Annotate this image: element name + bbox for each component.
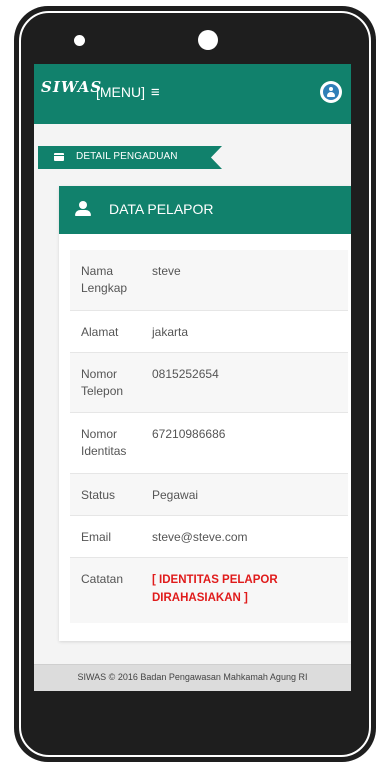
detail-value: jakarta: [152, 325, 189, 339]
user-profile-button[interactable]: [320, 81, 342, 103]
user-circle-icon: [323, 84, 339, 100]
confidential-note: [ IDENTITAS PELAPOR DIRAHASIAKAN ]: [152, 574, 278, 604]
detail-row-status: Status Pegawai: [70, 474, 348, 516]
menu-label: [MENU]: [96, 84, 145, 100]
person-icon: [75, 201, 91, 217]
card-header: DATA PELAPOR: [59, 186, 351, 234]
detail-value: steve: [152, 264, 181, 278]
footer-copyright: SIWAS © 2016 Badan Pengawasan Mahkamah A…: [77, 672, 308, 682]
card-title: DATA PELAPOR: [109, 201, 214, 217]
detail-row-catatan: Catatan [ IDENTITAS PELAPOR DIRAHASIAKAN…: [70, 558, 348, 623]
detail-value: 0815252654: [152, 367, 219, 381]
section-breadcrumb: DETAIL PENGADUAN: [38, 146, 222, 169]
detail-key: Status: [81, 488, 116, 502]
siwas-logo[interactable]: SIWAS: [41, 78, 102, 96]
reporter-data-card: DATA PELAPOR Nama Lengkap steve Alamat j…: [59, 186, 351, 641]
details-table: Nama Lengkap steve Alamat jakarta Nomor …: [70, 250, 348, 623]
detail-row-nama: Nama Lengkap steve: [70, 250, 348, 311]
detail-row-alamat: Alamat jakarta: [70, 311, 348, 353]
phone-camera: [198, 30, 218, 50]
detail-row-email: Email steve@steve.com: [70, 516, 348, 558]
app-header: SIWAS [MENU] ≡: [34, 64, 351, 124]
breadcrumb-label: DETAIL PENGADUAN: [76, 151, 178, 162]
detail-key: Nomor Identitas: [81, 427, 127, 458]
menu-button[interactable]: [MENU] ≡: [96, 84, 160, 101]
phone-speaker: [74, 35, 85, 46]
app-screen: SIWAS [MENU] ≡ DETAIL PENGADUAN DATA PEL…: [34, 64, 351, 691]
folder-icon: [54, 153, 64, 161]
detail-key: Alamat: [81, 325, 119, 339]
detail-value: 67210986686: [152, 427, 226, 441]
detail-key: Nama Lengkap: [81, 264, 128, 295]
detail-value: steve@steve.com: [152, 530, 248, 544]
hamburger-icon: ≡: [150, 84, 160, 101]
detail-key: Catatan: [81, 572, 124, 586]
detail-key: Nomor Telepon: [81, 367, 124, 398]
detail-row-telepon: Nomor Telepon 0815252654: [70, 353, 348, 413]
detail-row-identitas: Nomor Identitas 67210986686: [70, 413, 348, 474]
detail-value: Pegawai: [152, 488, 199, 502]
page-footer: SIWAS © 2016 Badan Pengawasan Mahkamah A…: [34, 664, 351, 691]
detail-key: Email: [81, 530, 112, 544]
